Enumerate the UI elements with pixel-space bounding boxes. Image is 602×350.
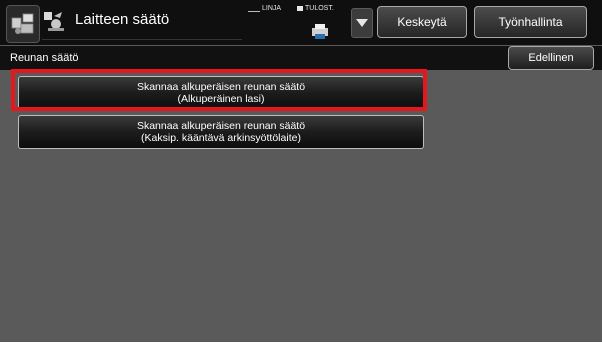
title-divider (42, 39, 242, 40)
home-button[interactable] (6, 5, 40, 43)
page-title: Laitteen säätö (75, 11, 170, 28)
linja-indicator-line (248, 11, 260, 12)
option-label-line2: (Kaksip. kääntävä arkinsyöttölaite) (141, 132, 301, 144)
dropdown-button[interactable] (351, 8, 373, 38)
selection-highlight (11, 69, 427, 111)
tyonhallinta-button[interactable]: Työnhallinta (474, 6, 587, 38)
settings-icon (44, 12, 64, 31)
home-icon (11, 13, 34, 34)
back-button[interactable]: Edellinen (508, 46, 594, 70)
dropdown-arrow-icon (356, 19, 368, 27)
tulost-indicator (297, 6, 303, 11)
sub-header: Reunan säätö Edellinen (0, 46, 602, 70)
option-label-line1: Skannaa alkuperäisen reunan säätö (136, 119, 306, 132)
keskeyta-button[interactable]: Keskeytä (377, 6, 467, 38)
section-title: Reunan säätö (10, 52, 79, 64)
option-duplex-feeder-button[interactable]: Skannaa alkuperäisen reunan säätö (Kaksi… (18, 115, 424, 149)
top-bar: Laitteen säätö LINJA TULOST. Keskeytä Ty… (0, 0, 602, 45)
linja-label: LINJA (262, 5, 282, 12)
tulost-label: TULOST. (305, 5, 334, 12)
screen: Laitteen säätö LINJA TULOST. Keskeytä Ty… (0, 0, 602, 342)
printer-icon (312, 24, 328, 39)
